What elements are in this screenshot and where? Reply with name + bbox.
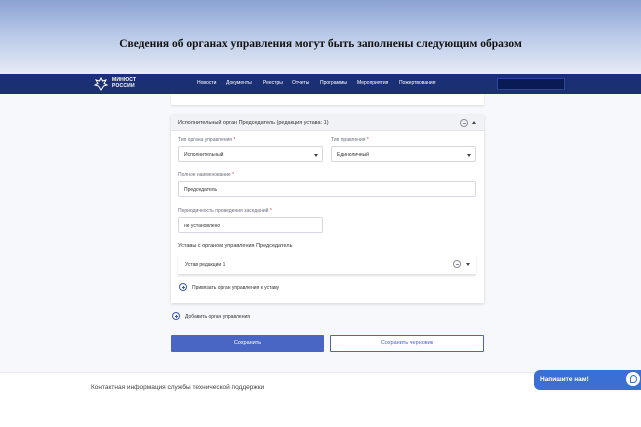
save-draft-button[interactable]: Сохранить черновик: [330, 335, 484, 352]
meeting-frequency-input[interactable]: не установлено: [178, 217, 323, 233]
support-contact-link[interactable]: Контактная информация службы технической…: [91, 384, 264, 391]
governance-type-label: Тип правления *: [331, 137, 369, 143]
card-title: Исполнительный орган Председатель (редак…: [178, 120, 329, 126]
full-name-input[interactable]: Председатель: [178, 181, 476, 197]
slide-banner: Сведения об органах управления могут быт…: [0, 0, 641, 74]
chat-widget[interactable]: Напишите нам!: [534, 370, 641, 390]
org-type-label: Тип органа управления *: [178, 137, 236, 143]
nav-item-donations[interactable]: Пожертвования: [399, 80, 435, 86]
governance-type-select[interactable]: Единоличный: [331, 146, 476, 162]
meeting-frequency-value: не установлено: [184, 223, 221, 229]
remove-circle-icon[interactable]: [460, 119, 468, 127]
expand-caret-icon[interactable]: [466, 263, 470, 266]
save-button[interactable]: Сохранить: [171, 335, 324, 352]
full-name-label: Полное наименование *: [178, 172, 235, 178]
nav-item-documents[interactable]: Документы: [226, 80, 252, 86]
chevron-down-icon: [314, 154, 318, 157]
nav-item-registries[interactable]: Реестры: [263, 80, 283, 86]
org-type-value: Исполнительный: [184, 152, 224, 158]
nav-item-events[interactable]: Мероприятия: [357, 80, 388, 86]
eagle-logo-icon[interactable]: [93, 76, 109, 92]
chat-bubble-icon: [626, 372, 640, 386]
logo-text[interactable]: МИНЮСТ РОССИИ: [112, 77, 136, 89]
bind-charter-link[interactable]: Привязать орган управления к уставу: [192, 285, 279, 291]
add-circle-icon[interactable]: [172, 312, 180, 320]
banner-title: Сведения об органах управления могут быт…: [119, 38, 522, 50]
card-header[interactable]: Исполнительный орган Председатель (редак…: [171, 115, 484, 131]
nav-item-reports[interactable]: Отчеты: [292, 80, 309, 86]
full-name-value: Председатель: [184, 187, 218, 193]
nav-item-news[interactable]: Новости: [197, 80, 216, 86]
add-governing-body-link[interactable]: Добавить орган управления: [185, 314, 250, 320]
meeting-frequency-label: Периодичность проведения заседаний *: [178, 208, 272, 214]
collapse-caret-icon[interactable]: [472, 121, 476, 124]
add-circle-icon[interactable]: [179, 283, 187, 291]
chat-label: Напишите нам!: [540, 376, 589, 383]
account-button[interactable]: [497, 78, 565, 90]
governance-type-value: Единоличный: [337, 152, 369, 158]
charter-item[interactable]: Устав редакции 1: [178, 254, 476, 275]
nav-item-programs[interactable]: Программы: [320, 80, 347, 86]
top-navbar: МИНЮСТ РОССИИ Новости Документы Реестры …: [0, 74, 641, 94]
previous-card-bottom: [171, 94, 484, 105]
charters-section-title: Уставы с органом управления Председатель: [178, 243, 293, 249]
logo-line-2: РОССИИ: [112, 83, 135, 89]
remove-charter-icon[interactable]: [453, 260, 461, 268]
charter-item-label: Устав редакции 1: [185, 262, 226, 268]
chevron-down-icon: [467, 154, 471, 157]
governing-body-card: Исполнительный орган Председатель (редак…: [171, 115, 484, 303]
org-type-select[interactable]: Исполнительный: [178, 146, 323, 162]
